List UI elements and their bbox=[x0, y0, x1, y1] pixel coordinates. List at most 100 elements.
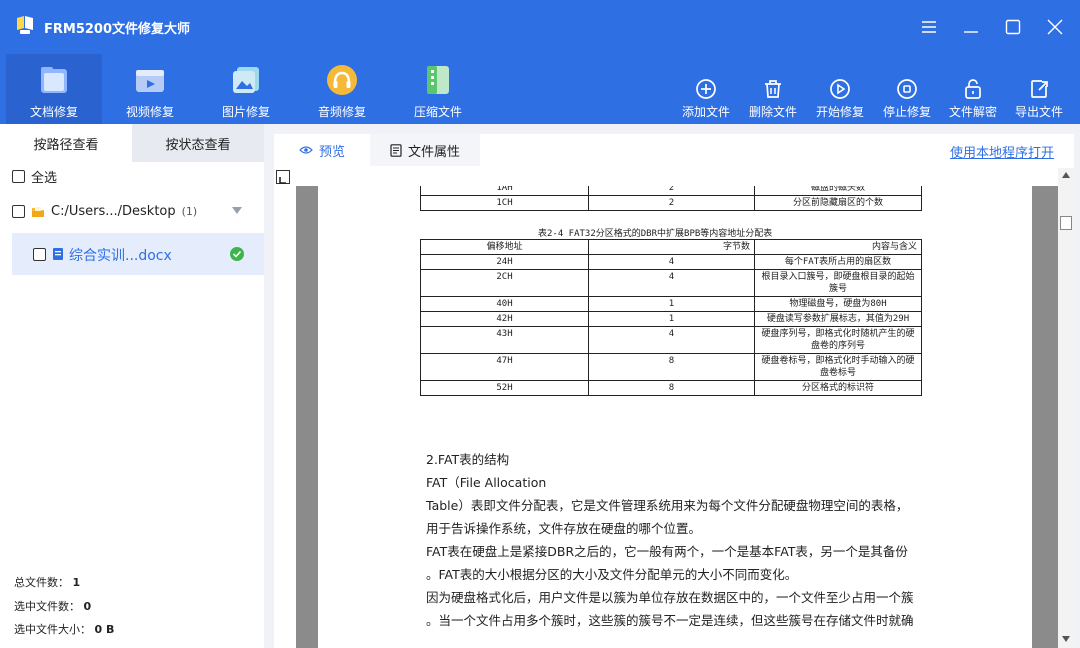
start-repair-button[interactable]: 开始修复 bbox=[807, 54, 873, 124]
select-all-checkbox[interactable] bbox=[12, 170, 25, 183]
unlock-icon bbox=[965, 79, 981, 99]
table-cell: 1 bbox=[588, 296, 755, 312]
tab-preview-label: 预览 bbox=[318, 144, 345, 160]
table-cell: 磁盘的磁头数 bbox=[754, 186, 922, 196]
open-with-local-program-link[interactable]: 使用本地程序打开 bbox=[950, 142, 1054, 161]
folder-count: (1) bbox=[181, 205, 198, 218]
tab-label: 音频修复 bbox=[317, 105, 366, 119]
doc-paragraph: 因为硬盘格式化后，用户文件是以簇为单位存放在数据区中的，一个文件至少占用一个簇 bbox=[426, 590, 914, 605]
table-row: 43H 4 硬盘序列号，即格式化时随机产生的硬盘卷的序列号 bbox=[420, 326, 922, 354]
corner-icon[interactable] bbox=[276, 170, 290, 184]
table-cell: 40H bbox=[420, 296, 589, 312]
table-cell: 硬盘读写参数扩展标志，其值为29H bbox=[754, 311, 922, 327]
vertical-scrollbar[interactable] bbox=[1058, 168, 1074, 648]
table-cell: 硬盘卷标号，即格式化时手动输入的硬盘卷标号 bbox=[754, 353, 922, 381]
total-files-stat: 总文件数： 1 bbox=[14, 574, 80, 590]
table-cell: 4 bbox=[588, 254, 755, 270]
folder-checkbox[interactable] bbox=[12, 205, 25, 218]
table-row: 42H 1 硬盘读写参数扩展标志，其值为29H bbox=[420, 311, 922, 327]
selected-size-stat: 选中文件大小： 0 B bbox=[14, 621, 114, 637]
word-file-icon bbox=[53, 248, 63, 260]
sidebar: 按路径查看 按状态查看 全选 C:/Users.../Desktop (1) 综… bbox=[0, 124, 264, 648]
stop-repair-button[interactable]: 停止修复 bbox=[874, 54, 940, 124]
table-cell: 分区格式的标识符 bbox=[754, 380, 922, 396]
selected-files-stat: 选中文件数： 0 bbox=[14, 598, 91, 614]
table-row: 24H 4 每个FAT表所占用的扇区数 bbox=[420, 254, 922, 270]
doc-paragraph: 2.FAT表的结构 bbox=[426, 452, 510, 467]
app-logo-icon bbox=[17, 16, 33, 34]
scroll-thumb[interactable] bbox=[1060, 216, 1072, 230]
export-file-button[interactable]: 导出文件 bbox=[1006, 54, 1072, 124]
table-row: 1CH 2 分区前隐藏扇区的个数 bbox=[420, 195, 922, 211]
selected-size-value: 0 B bbox=[94, 623, 115, 636]
table-cell: 1AH bbox=[420, 186, 589, 196]
table-cell: 2 bbox=[588, 186, 755, 196]
table-header-cell: 内容与含义 bbox=[754, 239, 922, 255]
eye-icon bbox=[299, 146, 313, 154]
tab-document-repair[interactable]: 文档修复 bbox=[6, 54, 102, 124]
action-label: 停止修复 bbox=[882, 105, 931, 119]
doc-table-main: 偏移地址 字节数 内容与含义 24H 4 每个FAT表所占用的扇区数 2CH 4 根目录… bbox=[420, 239, 922, 396]
select-all-row[interactable]: 全选 bbox=[12, 167, 57, 186]
table-cell: 24H bbox=[420, 254, 589, 270]
table-header-cell: 字节数 bbox=[588, 239, 755, 255]
tab-video-repair[interactable]: 视频修复 bbox=[102, 54, 198, 124]
action-label: 导出文件 bbox=[1014, 105, 1063, 119]
table-cell: 物理磁盘号，硬盘为80H bbox=[754, 296, 922, 312]
document-icon bbox=[41, 67, 67, 93]
table-cell: 8 bbox=[588, 353, 755, 381]
add-file-button[interactable]: 添加文件 bbox=[673, 54, 739, 124]
table-cell: 4 bbox=[588, 269, 755, 297]
file-row[interactable]: 综合实训...docx bbox=[12, 233, 264, 275]
archive-icon bbox=[427, 66, 449, 94]
add-icon bbox=[696, 79, 716, 99]
doc-paragraph: 。当一个文件占用多个簇时，这些簇的簇号不一定是连续，但这些簇号在存储文件时就确 bbox=[426, 613, 914, 628]
scroll-down-icon[interactable] bbox=[1062, 636, 1070, 642]
delete-file-button[interactable]: 删除文件 bbox=[740, 54, 806, 124]
tab-by-path[interactable]: 按路径查看 bbox=[0, 124, 132, 162]
doc-paragraph: FAT表在硬盘上是紧接DBR之后的，它一般有两个，一个是基本FAT表，另一个是其… bbox=[426, 544, 908, 559]
file-name: 综合实训...docx bbox=[69, 248, 172, 264]
tab-preview[interactable]: 预览 bbox=[274, 134, 370, 166]
selected-files-value: 0 bbox=[83, 600, 92, 613]
menu-icon[interactable] bbox=[914, 12, 944, 42]
table-cell: 43H bbox=[420, 326, 589, 354]
tab-file-properties[interactable]: 文件属性 bbox=[370, 134, 480, 166]
select-all-label: 全选 bbox=[31, 171, 58, 186]
action-label: 删除文件 bbox=[748, 105, 797, 119]
table-row: 40H 1 物理磁盘号，硬盘为80H bbox=[420, 296, 922, 312]
scroll-up-icon[interactable] bbox=[1062, 172, 1070, 178]
table-row: 47H 8 硬盘卷标号，即格式化时手动输入的硬盘卷标号 bbox=[420, 353, 922, 381]
table-cell: 4 bbox=[588, 326, 755, 354]
chevron-down-icon[interactable] bbox=[232, 207, 242, 215]
total-files-label: 总文件数： bbox=[14, 576, 69, 589]
tab-audio-repair[interactable]: 音频修复 bbox=[294, 54, 390, 124]
trash-icon bbox=[765, 80, 781, 98]
tab-label: 视频修复 bbox=[125, 105, 174, 119]
close-icon[interactable] bbox=[1040, 12, 1070, 42]
tab-properties-label: 文件属性 bbox=[407, 144, 460, 160]
folder-icon bbox=[32, 206, 44, 217]
total-files-value: 1 bbox=[72, 576, 81, 589]
check-circle-icon bbox=[230, 247, 244, 261]
table-cell: 8 bbox=[588, 380, 755, 396]
decrypt-file-button[interactable]: 文件解密 bbox=[940, 54, 1006, 124]
table-cell: 硬盘序列号，即格式化时随机产生的硬盘卷的序列号 bbox=[754, 326, 922, 354]
tab-by-status[interactable]: 按状态查看 bbox=[132, 124, 264, 162]
file-checkbox[interactable] bbox=[33, 248, 46, 261]
maximize-icon[interactable] bbox=[998, 12, 1028, 42]
folder-path: C:/Users.../Desktop bbox=[51, 204, 176, 219]
table-cell: 52H bbox=[420, 380, 589, 396]
file-properties-icon bbox=[390, 143, 402, 157]
export-icon bbox=[1031, 80, 1048, 98]
tab-label: 压缩文件 bbox=[413, 105, 462, 119]
tab-archive[interactable]: 压缩文件 bbox=[390, 54, 486, 124]
video-icon bbox=[136, 70, 164, 92]
minimize-icon[interactable] bbox=[956, 12, 986, 42]
folder-row[interactable]: C:/Users.../Desktop (1) bbox=[12, 204, 252, 219]
table-cell: 分区前隐藏扇区的个数 bbox=[754, 195, 922, 211]
tab-image-repair[interactable]: 图片修复 bbox=[198, 54, 294, 124]
action-label: 开始修复 bbox=[815, 105, 864, 119]
table-row: 1AH 2 磁盘的磁头数 bbox=[420, 186, 922, 196]
table-cell: 2 bbox=[588, 195, 755, 211]
